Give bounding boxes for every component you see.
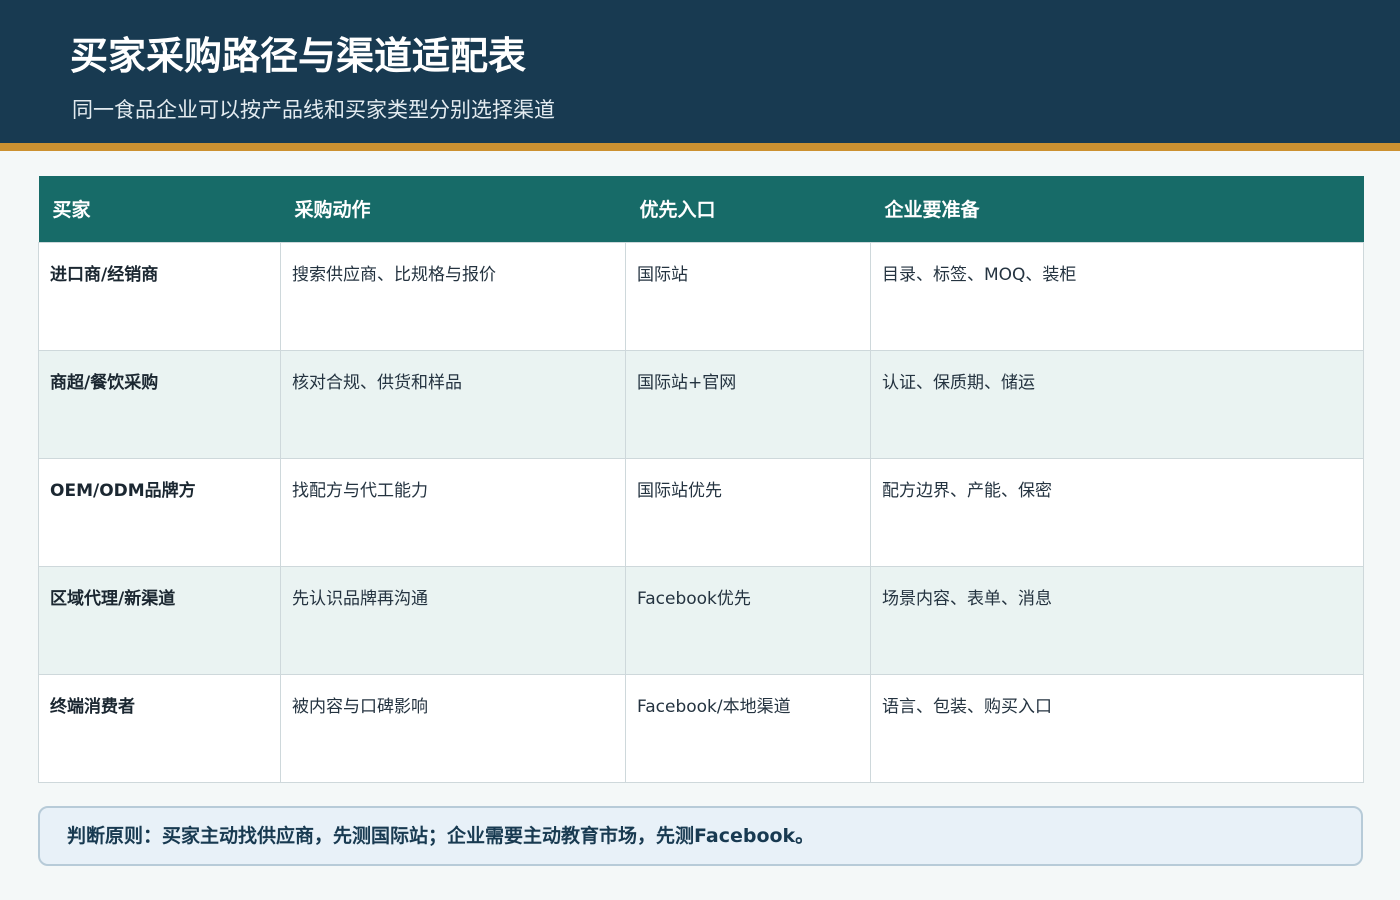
channel-fit-table: 买家 采购动作 优先入口 企业要准备 进口商/经销商 搜索供应商、比规格与报价 …: [38, 176, 1364, 783]
table-row: OEM/ODM品牌方 找配方与代工能力 国际站优先 配方边界、产能、保密: [38, 457, 1364, 567]
cell-prep: 场景内容、表单、消息: [870, 565, 1364, 675]
cell-action: 先认识品牌再沟通: [280, 565, 626, 675]
accent-divider: [0, 143, 1400, 151]
cell-entry: 国际站优先: [625, 457, 871, 567]
judgment-principle-callout: 判断原则：买家主动找供应商，先测国际站；企业需要主动教育市场，先测Faceboo…: [38, 806, 1363, 866]
cell-buyer: 区域代理/新渠道: [38, 565, 281, 675]
table-row: 进口商/经销商 搜索供应商、比规格与报价 国际站 目录、标签、MOQ、装柜: [38, 241, 1364, 351]
table-row: 商超/餐饮采购 核对合规、供货和样品 国际站+官网 认证、保质期、储运: [38, 349, 1364, 459]
table-row: 区域代理/新渠道 先认识品牌再沟通 Facebook优先 场景内容、表单、消息: [38, 565, 1364, 675]
cell-action: 核对合规、供货和样品: [280, 349, 626, 459]
column-header-entry: 优先入口: [625, 176, 871, 242]
table-header-row: 买家 采购动作 优先入口 企业要准备: [38, 176, 1364, 242]
cell-prep: 配方边界、产能、保密: [870, 457, 1364, 567]
column-header-buyer: 买家: [38, 176, 281, 242]
cell-buyer: 终端消费者: [38, 673, 281, 783]
cell-entry: Facebook优先: [625, 565, 871, 675]
cell-prep: 语言、包装、购买入口: [870, 673, 1364, 783]
column-header-prep: 企业要准备: [870, 176, 1364, 242]
cell-action: 找配方与代工能力: [280, 457, 626, 567]
page-header: 买家采购路径与渠道适配表 同一食品企业可以按产品线和买家类型分别选择渠道: [0, 0, 1400, 143]
page-title: 买家采购路径与渠道适配表: [70, 34, 527, 78]
page-subtitle: 同一食品企业可以按产品线和买家类型分别选择渠道: [72, 98, 555, 122]
cell-buyer: 进口商/经销商: [38, 241, 281, 351]
cell-action: 被内容与口碑影响: [280, 673, 626, 783]
cell-entry: Facebook/本地渠道: [625, 673, 871, 783]
cell-action: 搜索供应商、比规格与报价: [280, 241, 626, 351]
cell-prep: 目录、标签、MOQ、装柜: [870, 241, 1364, 351]
table-row: 终端消费者 被内容与口碑影响 Facebook/本地渠道 语言、包装、购买入口: [38, 673, 1364, 783]
cell-buyer: 商超/餐饮采购: [38, 349, 281, 459]
cell-entry: 国际站: [625, 241, 871, 351]
cell-entry: 国际站+官网: [625, 349, 871, 459]
cell-prep: 认证、保质期、储运: [870, 349, 1364, 459]
column-header-action: 采购动作: [280, 176, 626, 242]
cell-buyer: OEM/ODM品牌方: [38, 457, 281, 567]
